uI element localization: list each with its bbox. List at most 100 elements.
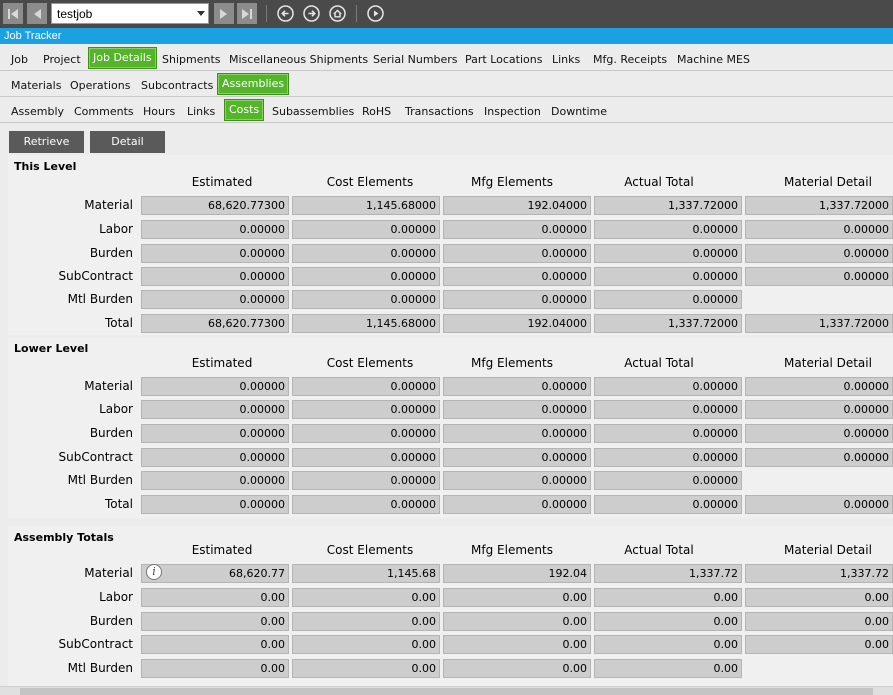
value-field: 0.00000 (141, 377, 289, 396)
value-field: 192.04 (443, 564, 591, 583)
first-record-icon[interactable] (3, 3, 23, 24)
row-label: Total (104, 497, 133, 511)
row-label: Burden (89, 246, 133, 260)
tab-subassemblies[interactable]: Subassemblies (272, 101, 354, 122)
row-label: Labor (99, 222, 133, 236)
value-field: 0.00 (292, 612, 440, 631)
home-icon[interactable] (329, 5, 346, 22)
tab-downtime[interactable]: Downtime (551, 101, 607, 122)
column-header: Actual Total (624, 356, 694, 370)
column-header: Material Detail (784, 543, 872, 557)
row-label: Mtl Burden (67, 292, 133, 306)
value-field: 0.00000 (745, 400, 893, 419)
info-icon[interactable]: i (146, 564, 162, 580)
tab-operations[interactable]: Operations (70, 75, 130, 96)
value-field: 0.00 (292, 588, 440, 607)
value-field: 0.00000 (745, 244, 893, 263)
column-header: Actual Total (624, 543, 694, 557)
tab-links[interactable]: Links (552, 49, 580, 70)
column-header: Material Detail (784, 356, 872, 370)
tab-mfg-receipts[interactable]: Mfg. Receipts (593, 49, 667, 70)
value-field: 0.00000 (292, 290, 440, 309)
value-field: 0.00000 (745, 220, 893, 239)
horizontal-scrollbar[interactable] (0, 686, 893, 695)
previous-record-icon[interactable] (27, 3, 47, 24)
tab-comments[interactable]: Comments (74, 101, 134, 122)
tab-hours[interactable]: Hours (143, 101, 175, 122)
value-field: 0.00000 (443, 290, 591, 309)
value-field: 0.00000 (141, 495, 289, 514)
tab-inspection[interactable]: Inspection (484, 101, 541, 122)
value-field: 0.00000 (443, 244, 591, 263)
tab-assembly[interactable]: Assembly (11, 101, 64, 122)
tab-job[interactable]: Job (11, 49, 28, 70)
last-record-icon[interactable] (237, 3, 257, 24)
tab-part-locations[interactable]: Part Locations (465, 49, 542, 70)
value-field: 192.04000 (443, 314, 591, 333)
value-field: 0.00000 (141, 267, 289, 286)
tab-subcontracts[interactable]: Subcontracts (141, 75, 213, 96)
column-header: Estimated (191, 175, 253, 189)
row-label: Mtl Burden (67, 473, 133, 487)
value-field: 0.00000 (141, 448, 289, 467)
value-field: 68,620.77300 (141, 314, 289, 333)
value-field: 0.00000 (141, 220, 289, 239)
column-header: Cost Elements (326, 175, 414, 189)
column-header: Mfg Elements (471, 175, 553, 189)
forward-icon[interactable] (303, 5, 320, 22)
tab-rohs[interactable]: RoHS (362, 101, 391, 122)
row-label: SubContract (58, 269, 133, 283)
tab-row-job-details: Materials Operations Subcontracts Assemblie… (0, 71, 893, 97)
value-field: 0.00 (594, 612, 742, 631)
value-field: 0.00 (443, 659, 591, 678)
value-field: 1,337.72 (594, 564, 742, 583)
value-field: 0.00000 (594, 377, 742, 396)
tab-links[interactable]: Links (187, 101, 215, 122)
value-field: 0.00000 (141, 424, 289, 443)
value-field: 0.00000 (443, 377, 591, 396)
value-field: 1,337.72000 (745, 196, 893, 215)
value-field: 0.00 (745, 612, 893, 631)
value-field: 0.00 (745, 588, 893, 607)
next-record-icon[interactable] (214, 3, 234, 24)
tab-machine-mes[interactable]: Machine MES (677, 49, 750, 70)
value-field: 0.00000 (594, 448, 742, 467)
value-field: 0.00000 (292, 220, 440, 239)
tab-shipments[interactable]: Shipments (162, 49, 221, 70)
record-value[interactable]: testjob (52, 7, 194, 21)
value-field: 0.00000 (292, 424, 440, 443)
tab-miscellaneous-shipments[interactable]: Miscellaneous Shipments (229, 49, 368, 70)
detail-button[interactable]: Detail (90, 131, 165, 153)
tab-job-details[interactable]: Job Details (88, 47, 157, 69)
value-field: 0.00 (443, 588, 591, 607)
retrieve-button[interactable]: Retrieve (9, 131, 84, 153)
window-title: Job Tracker (0, 28, 893, 44)
value-field: 0.00000 (443, 471, 591, 490)
row-label: Total (104, 316, 133, 330)
value-field: 0.00000 (292, 244, 440, 263)
value-field: 0.00000 (292, 448, 440, 467)
value-field: 0.00000 (141, 244, 289, 263)
back-icon[interactable] (277, 5, 294, 22)
section-title: This Level (14, 160, 77, 173)
tab-materials[interactable]: Materials (11, 75, 61, 96)
scrollbar-thumb[interactable] (20, 688, 873, 695)
record-combo[interactable]: testjob (51, 3, 209, 24)
value-field: 0.00 (141, 659, 289, 678)
value-field: 0.00000 (292, 495, 440, 514)
tab-row-assemblies: Assembly Comments Hours Links Costs Subassemb… (0, 97, 893, 123)
tab-serial-numbers[interactable]: Serial Numbers (373, 49, 458, 70)
dropdown-arrow-icon[interactable] (194, 4, 208, 23)
tab-transactions[interactable]: Transactions (405, 101, 474, 122)
value-field: 0.00000 (745, 495, 893, 514)
tab-project[interactable]: Project (43, 49, 81, 70)
play-icon[interactable] (367, 5, 384, 22)
tab-assemblies[interactable]: Assemblies (217, 73, 290, 95)
column-header: Cost Elements (326, 543, 414, 557)
value-field: 1,337.72000 (594, 314, 742, 333)
value-field: 0.00000 (443, 267, 591, 286)
section-title: Lower Level (14, 342, 89, 355)
column-header: Mfg Elements (471, 356, 553, 370)
tab-costs[interactable]: Costs (224, 99, 265, 121)
column-header: Actual Total (624, 175, 694, 189)
